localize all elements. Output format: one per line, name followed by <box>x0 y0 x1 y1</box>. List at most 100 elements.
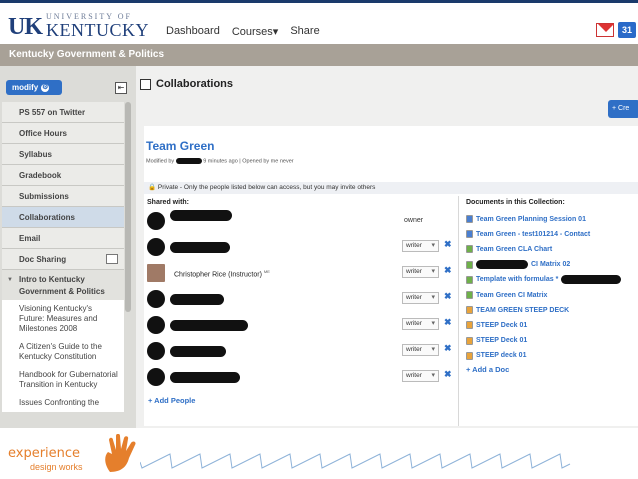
share-row: writer ✖ <box>144 312 456 338</box>
role-select[interactable]: writer <box>402 370 439 382</box>
hand-logo-icon <box>105 434 136 472</box>
university-logo[interactable]: UK UNIVERSITY OF KENTUCKY <box>8 13 149 40</box>
sidebar-item-office-hours[interactable]: Office Hours <box>2 123 124 144</box>
logo-big-text: KENTUCKY <box>46 20 149 40</box>
collaborations-icon <box>140 78 151 90</box>
document-item[interactable]: CI Matrix 02 <box>466 258 570 272</box>
document-title: Team Green Planning Session 01 <box>476 215 586 223</box>
remove-person-icon[interactable]: ✖ <box>444 343 452 354</box>
redacted-name <box>170 320 248 331</box>
role-select[interactable]: writer <box>402 292 439 304</box>
nav-courses[interactable]: Courses▾ <box>232 25 279 38</box>
document-item[interactable]: Team Green CI Matrix <box>466 288 547 302</box>
document-item[interactable]: Team Green Planning Session 01 <box>466 212 586 226</box>
document-icon <box>466 245 473 254</box>
role-select[interactable]: writer <box>402 318 439 330</box>
sidebar-sub-item[interactable]: Handbook for Gubernatorial Transition in… <box>2 366 124 394</box>
nav-dashboard[interactable]: Dashboard <box>166 25 220 38</box>
document-title: STEEP Deck 01 <box>476 321 528 329</box>
modify-button[interactable]: modify ⚙ <box>6 80 62 95</box>
page-header: Collaborations <box>140 78 233 90</box>
collapse-sidebar-icon[interactable]: ⇤ <box>115 82 127 94</box>
document-icon <box>466 230 473 239</box>
person-name: Christopher Rice (Instructor) ME <box>174 269 270 278</box>
sidebar-section-intro[interactable]: Intro to Kentucky Government & Politics <box>2 270 124 300</box>
collaboration-panel: Team Green Modified by 9 minutes ago | O… <box>144 126 638 426</box>
sidebar-sub-item[interactable]: Visioning Kentucky's Future: Measures an… <box>2 300 124 338</box>
decorative-scribble <box>140 453 571 469</box>
document-item[interactable]: STEEP Deck 01 <box>466 334 527 348</box>
document-icon <box>466 351 473 360</box>
avatar <box>147 290 165 308</box>
share-row: Christopher Rice (Instructor) ME writer … <box>144 260 456 286</box>
document-icon <box>466 215 473 223</box>
remove-person-icon[interactable]: ✖ <box>444 369 452 380</box>
document-item[interactable]: STEEP deck 01 <box>466 349 526 363</box>
avatar <box>147 264 165 282</box>
me-badge: ME <box>263 269 270 274</box>
meta-prefix: Modified by <box>146 158 175 165</box>
course-bar: Kentucky Government & Politics <box>0 44 638 66</box>
gmail-icon[interactable] <box>596 23 614 37</box>
document-icon <box>466 306 473 315</box>
footer: experience design works <box>0 428 638 479</box>
avatar <box>147 342 165 360</box>
privacy-notice: 🔒 Private - Only the people listed below… <box>144 182 638 194</box>
calendar-icon[interactable]: 31 <box>618 22 636 38</box>
document-icon <box>466 336 473 345</box>
sidebar-item-doc-sharing[interactable]: Doc Sharing <box>2 249 124 270</box>
share-row: owner <box>144 208 456 234</box>
add-people-link[interactable]: + Add People <box>148 396 195 405</box>
redacted-name <box>170 242 230 253</box>
remove-person-icon[interactable]: ✖ <box>444 317 452 328</box>
redacted-title <box>476 260 528 270</box>
document-icon <box>466 291 473 299</box>
document-item[interactable]: Template with formulas * <box>466 273 622 287</box>
sidebar-item-label: Doc Sharing <box>19 255 67 264</box>
sidebar-item-twitter[interactable]: PS 557 on Twitter <box>2 102 124 123</box>
collaboration-title[interactable]: Team Green <box>146 139 214 153</box>
document-item[interactable]: STEEP Deck 01 <box>466 318 527 332</box>
share-row: writer ✖ <box>144 364 456 390</box>
logo-mark: UK <box>8 14 43 40</box>
sidebar-sub-item[interactable]: Issues Confronting the <box>2 394 124 412</box>
document-item[interactable]: TEAM GREEN STEEP DECK <box>466 303 569 317</box>
remove-person-icon[interactable]: ✖ <box>444 239 452 250</box>
document-item[interactable]: Team Green - test101214 - Contact <box>466 227 590 241</box>
sidebar-item-email[interactable]: Email <box>2 228 124 249</box>
document-icon <box>466 275 473 284</box>
avatar <box>147 238 165 256</box>
document-title: Team Green CLA Chart <box>476 245 553 253</box>
nav-share[interactable]: Share <box>290 25 319 38</box>
sidebar-sub-item[interactable]: A Citizen's Guide to the Kentucky Consti… <box>2 338 124 366</box>
person-name-text: Christopher Rice (Instructor) <box>174 271 262 279</box>
share-icon <box>106 254 118 264</box>
share-row: writer ✖ <box>144 286 456 312</box>
top-bar: UK UNIVERSITY OF KENTUCKY Dashboard Cour… <box>0 0 638 44</box>
redacted-name <box>170 210 232 221</box>
sidebar-item-submissions[interactable]: Submissions <box>2 186 124 207</box>
documents-heading: Documents in this Collection: <box>466 199 565 206</box>
avatar <box>147 212 165 230</box>
collaboration-meta: Modified by 9 minutes ago | Opened by me… <box>146 158 294 164</box>
document-item[interactable]: Team Green CLA Chart <box>466 242 552 256</box>
sidebar-scrollbar[interactable] <box>125 102 131 312</box>
avatar <box>147 316 165 334</box>
role-select[interactable]: writer <box>402 266 439 278</box>
role-select[interactable]: writer <box>402 344 439 356</box>
brand-top-text: experience <box>8 446 81 461</box>
document-icon <box>466 321 473 330</box>
sidebar-item-collaborations[interactable]: Collaborations <box>2 207 124 228</box>
column-divider <box>458 196 459 426</box>
page-title: Collaborations <box>156 78 234 90</box>
redacted-name <box>175 158 202 164</box>
create-collaboration-button[interactable]: + Cre <box>608 100 638 118</box>
logo-wordmark: UNIVERSITY OF KENTUCKY <box>46 13 149 40</box>
sidebar-item-syllabus[interactable]: Syllabus <box>2 144 124 165</box>
remove-person-icon[interactable]: ✖ <box>444 265 452 276</box>
add-doc-link[interactable]: + Add a Doc <box>466 365 509 374</box>
sidebar-item-gradebook[interactable]: Gradebook <box>2 165 124 186</box>
remove-person-icon[interactable]: ✖ <box>444 291 452 302</box>
document-title: TEAM GREEN STEEP DECK <box>476 306 570 314</box>
role-select[interactable]: writer <box>402 240 439 252</box>
